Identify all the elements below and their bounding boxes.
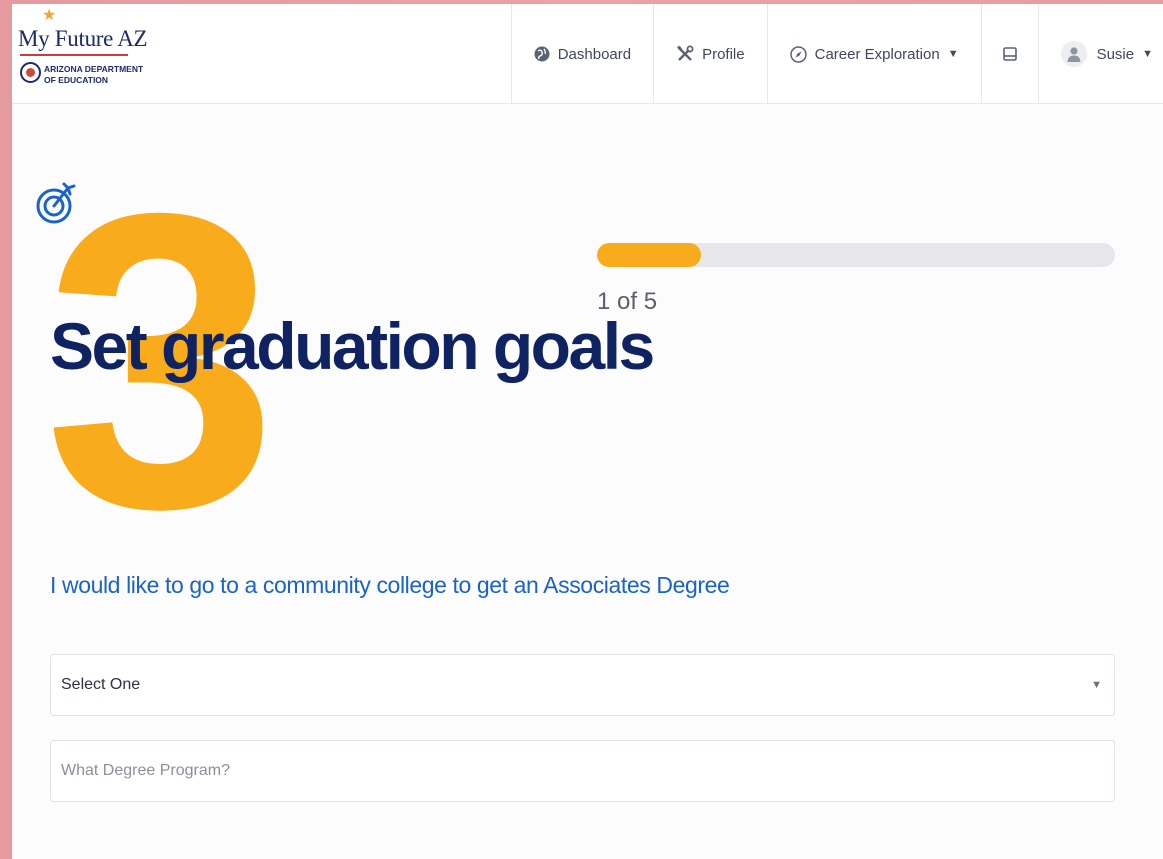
goal-select[interactable]: Select One ▼ — [50, 654, 1115, 716]
brand-logo[interactable]: ★ My Future AZ ARIZONA DEPARTMENT OF EDU… — [18, 8, 148, 96]
inbox-icon — [1002, 46, 1018, 62]
department-name: ARIZONA DEPARTMENT OF EDUCATION — [44, 64, 143, 86]
chevron-down-icon: ▼ — [1142, 48, 1153, 60]
page-title: Set graduation goals — [50, 309, 655, 383]
user-icon — [1067, 47, 1081, 62]
nav-item-profile[interactable]: Profile — [653, 4, 767, 104]
goal-select-value: Select One — [61, 676, 141, 693]
nav-label-dashboard: Dashboard — [557, 45, 632, 63]
top-navbar: ★ My Future AZ ARIZONA DEPARTMENT OF EDU… — [12, 4, 1163, 104]
nav-label-career-exploration: Career Exploration — [814, 45, 940, 63]
progress-fill — [597, 243, 701, 267]
progress-bar — [597, 243, 1115, 267]
target-icon — [34, 176, 84, 226]
nav-label-profile: Profile — [702, 45, 745, 63]
tools-icon — [676, 45, 694, 63]
app-frame: ★ My Future AZ ARIZONA DEPARTMENT OF EDU… — [12, 4, 1163, 859]
avatar — [1060, 41, 1087, 67]
brand-title: My Future AZ — [18, 26, 148, 51]
nav-menu: Dashboard Profile Career Exploration ▼ S… — [510, 4, 1163, 104]
goal-statement: I would like to go to a community colleg… — [50, 572, 730, 598]
brand-underline — [20, 54, 128, 56]
nav-item-user-menu[interactable]: Susie ▼ — [1037, 4, 1163, 104]
compass-icon — [789, 45, 807, 63]
chevron-down-icon: ▼ — [1091, 679, 1102, 691]
department-line-1: ARIZONA DEPARTMENT — [44, 64, 144, 74]
nav-item-inbox[interactable] — [980, 4, 1038, 104]
nav-item-career-exploration[interactable]: Career Exploration ▼ — [766, 4, 981, 104]
progress-label: 1 of 5 — [597, 288, 658, 315]
user-name: Susie — [1096, 45, 1135, 63]
star-icon: ★ — [42, 7, 57, 24]
nav-item-dashboard[interactable]: Dashboard — [510, 4, 653, 104]
globe-icon — [534, 46, 550, 62]
degree-program-input[interactable] — [50, 740, 1115, 802]
chevron-down-icon: ▼ — [947, 48, 959, 60]
state-seal-icon — [20, 62, 41, 83]
department-line-2: OF EDUCATION — [44, 75, 109, 85]
